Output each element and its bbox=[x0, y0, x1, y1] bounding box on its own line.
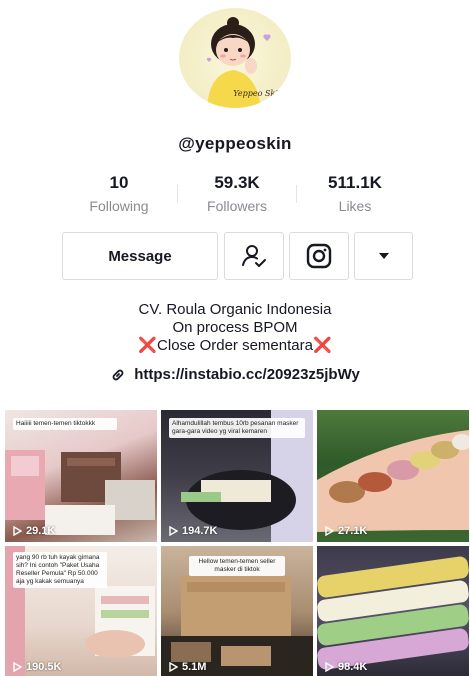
stats-row: 10 Following 59.3K Followers 511.1K Like… bbox=[0, 173, 470, 217]
video-view-count: 194.7K bbox=[182, 525, 218, 537]
bio-line-status: ❌Close Order sementara❌ bbox=[0, 337, 470, 355]
bio-link[interactable]: https://instabio.cc/20923z5jbWy bbox=[0, 366, 470, 383]
video-views: 27.1K bbox=[325, 525, 367, 537]
video-caption: Alhamdulillah tembus 10rb pesanan masker… bbox=[169, 418, 305, 438]
video-thumbnail[interactable]: Hellow temen-temen seller masker di tikt… bbox=[161, 546, 313, 676]
video-caption: Hellow temen-temen seller masker di tikt… bbox=[189, 556, 285, 576]
message-button[interactable]: Message bbox=[62, 232, 218, 280]
video-caption: yang 90 rb tuh kayak gimana sih? Ini con… bbox=[13, 552, 107, 588]
stat-following-label: Following bbox=[89, 198, 149, 214]
video-views: 98.4K bbox=[325, 661, 367, 673]
stat-following-value: 10 bbox=[109, 173, 129, 192]
video-view-count: 98.4K bbox=[338, 661, 368, 673]
follow-status-button[interactable] bbox=[224, 232, 284, 280]
stat-following[interactable]: 10 Following bbox=[64, 173, 174, 214]
play-icon bbox=[169, 662, 178, 672]
video-thumbnail[interactable]: yang 90 rb tuh kayak gimana sih? Ini con… bbox=[5, 546, 157, 676]
instagram-button[interactable] bbox=[289, 232, 349, 280]
video-view-count: 5.1M bbox=[182, 661, 207, 673]
cross-mark-icon: ❌ bbox=[138, 337, 158, 354]
stat-followers[interactable]: 59.3K Followers bbox=[182, 173, 292, 214]
profile-handle: @yeppeoskin bbox=[178, 134, 292, 153]
stat-followers-value: 59.3K bbox=[214, 173, 260, 192]
video-views: 194.7K bbox=[169, 525, 217, 537]
avatar-container: Yeppeo Skin bbox=[176, 8, 294, 108]
video-thumbnail[interactable]: 98.4K bbox=[317, 546, 469, 676]
video-thumbnail-art bbox=[317, 430, 469, 532]
avatar[interactable]: Yeppeo Skin bbox=[179, 8, 291, 108]
stat-divider bbox=[296, 185, 297, 203]
stat-followers-label: Followers bbox=[207, 198, 267, 214]
instagram-icon bbox=[306, 243, 332, 269]
bio-status-text: Close Order sementara bbox=[157, 337, 313, 354]
stat-likes-label: Likes bbox=[338, 198, 372, 214]
video-thumbnail-art bbox=[317, 556, 469, 670]
video-caption: Haiiiii temen-temen tiktokkk bbox=[13, 418, 117, 430]
caret-down-icon bbox=[378, 253, 389, 259]
stat-divider bbox=[177, 185, 178, 203]
avatar-signature: Yeppeo Skin bbox=[233, 89, 283, 98]
play-icon bbox=[325, 662, 334, 672]
video-view-count: 190.5K bbox=[26, 661, 62, 673]
video-views: 5.1M bbox=[169, 661, 206, 673]
play-icon bbox=[13, 526, 22, 536]
video-thumbnail[interactable]: 27.1K bbox=[317, 410, 469, 542]
stat-likes[interactable]: 511.1K Likes bbox=[300, 173, 410, 214]
play-icon bbox=[325, 526, 334, 536]
video-grid: Haiiiii temen-temen tiktokkk 29.1K Alham… bbox=[5, 410, 469, 676]
bio-line: CV. Roula Organic Indonesia bbox=[138, 301, 332, 318]
play-icon bbox=[169, 526, 178, 536]
video-views: 190.5K bbox=[13, 661, 61, 673]
play-icon bbox=[13, 662, 22, 672]
video-views: 29.1K bbox=[13, 525, 55, 537]
bio-link-url: https://instabio.cc/20923z5jbWy bbox=[134, 366, 360, 383]
cross-mark-icon: ❌ bbox=[312, 337, 332, 354]
bio-line: On process BPOM bbox=[172, 319, 298, 336]
video-view-count: 29.1K bbox=[26, 525, 56, 537]
person-check-icon bbox=[242, 245, 266, 267]
link-icon bbox=[112, 369, 124, 380]
profile-bio: CV. Roula Organic Indonesia On process B… bbox=[0, 301, 470, 355]
video-thumbnail[interactable]: Haiiiii temen-temen tiktokkk 29.1K bbox=[5, 410, 157, 542]
video-view-count: 27.1K bbox=[338, 525, 368, 537]
video-thumbnail[interactable]: Alhamdulillah tembus 10rb pesanan masker… bbox=[161, 410, 313, 542]
more-options-button[interactable] bbox=[354, 232, 413, 280]
stat-likes-value: 511.1K bbox=[328, 173, 382, 192]
